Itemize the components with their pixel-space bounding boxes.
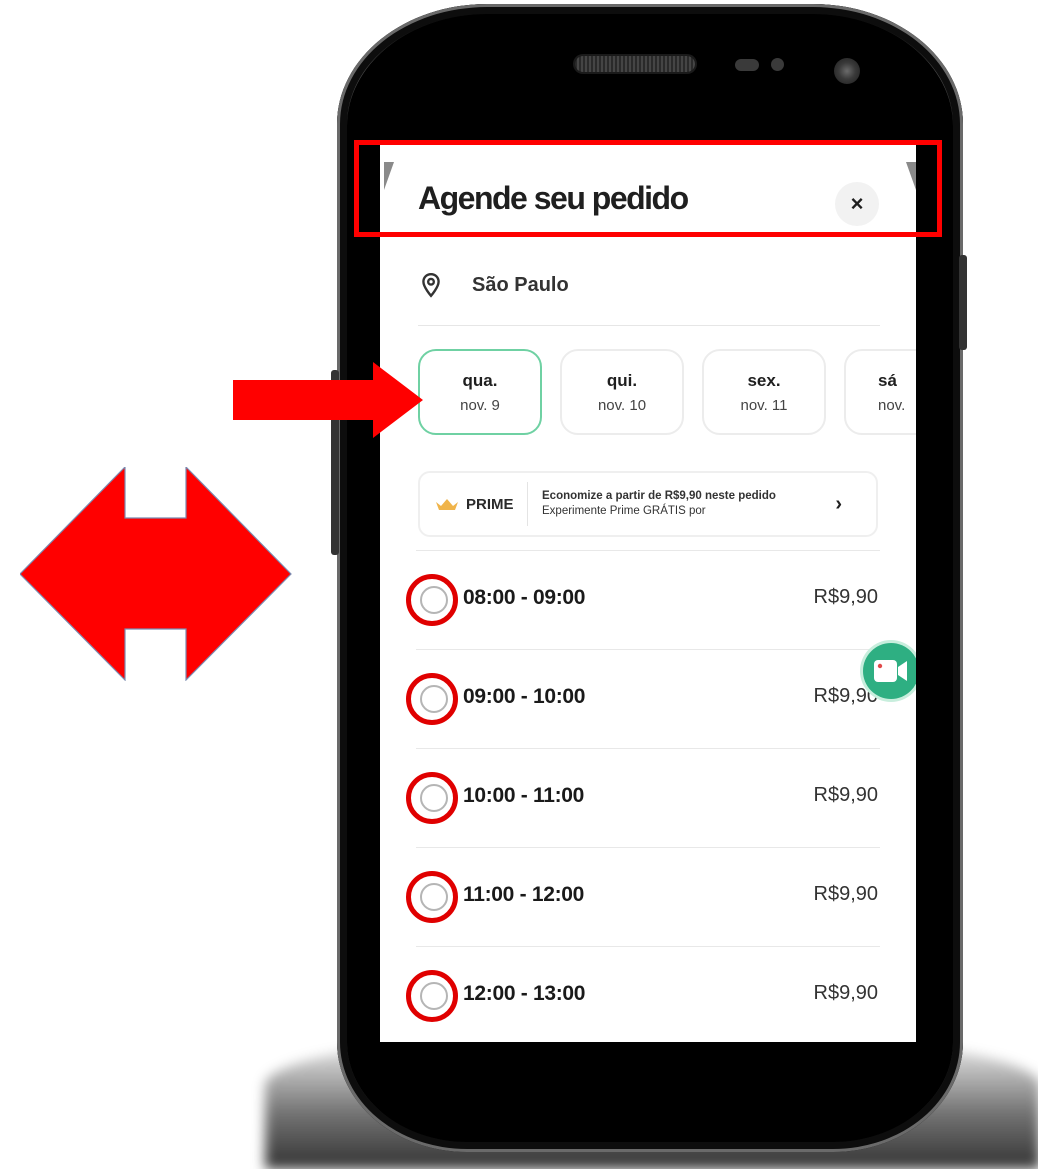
day-name: qui. bbox=[606, 371, 638, 390]
time-slot[interactable]: 11:00 - 12:00 R$9,90 bbox=[380, 847, 916, 946]
annotation-circle bbox=[406, 871, 458, 923]
day-date: nov. 9 bbox=[460, 397, 500, 414]
divider bbox=[418, 325, 880, 326]
slot-time: 10:00 - 11:00 bbox=[463, 784, 585, 807]
power-button bbox=[959, 255, 967, 350]
map-pin-icon bbox=[422, 272, 440, 298]
annotation-circle bbox=[406, 574, 458, 626]
speaker-grille bbox=[575, 56, 695, 72]
video-camera-icon bbox=[874, 660, 907, 682]
time-slot[interactable]: 10:00 - 11:00 R$9,90 bbox=[380, 748, 916, 847]
prime-logo: PRIME bbox=[420, 482, 528, 526]
divider bbox=[416, 847, 880, 848]
screen: Agende seu pedido × São Paulo qua. nov. … bbox=[380, 145, 916, 1042]
slot-time: 12:00 - 13:00 bbox=[463, 982, 586, 1005]
slot-price: R$9,90 bbox=[813, 784, 879, 806]
prime-bold-text: Economize a partir de R$9,90 neste pedid… bbox=[542, 490, 776, 502]
day-date: nov. bbox=[878, 397, 906, 414]
day-option-wed[interactable]: qua. nov. 9 bbox=[418, 349, 542, 435]
time-slot[interactable]: 12:00 - 13:00 R$9,90 bbox=[380, 946, 916, 1042]
location-city: São Paulo bbox=[472, 273, 569, 296]
divider bbox=[416, 649, 880, 650]
location-row[interactable]: São Paulo bbox=[418, 267, 569, 303]
prime-banner[interactable]: PRIME Economize a partir de R$9,90 neste… bbox=[418, 471, 878, 537]
time-slot[interactable]: 08:00 - 09:00 R$9,90 bbox=[380, 550, 916, 649]
slot-time: 11:00 - 12:00 bbox=[463, 883, 585, 906]
annotation-circle bbox=[406, 772, 458, 824]
prime-description: Economize a partir de R$9,90 neste pedid… bbox=[528, 489, 802, 519]
time-slot[interactable]: 09:00 - 10:00 R$9,90 bbox=[380, 649, 916, 748]
sensor-dot bbox=[735, 59, 759, 71]
annotation-highlight-box bbox=[354, 140, 942, 237]
annotation-arrow-right-icon bbox=[233, 362, 423, 438]
day-name: qua. bbox=[462, 371, 498, 390]
day-date: nov. 10 bbox=[597, 397, 647, 414]
slot-time: 09:00 - 10:00 bbox=[463, 685, 586, 708]
slot-price: R$9,90 bbox=[813, 982, 879, 1004]
prime-label: PRIME bbox=[466, 495, 514, 513]
day-date: nov. 11 bbox=[740, 397, 788, 414]
chevron-right-icon: › bbox=[835, 492, 842, 515]
day-name: sá bbox=[878, 371, 897, 390]
annotation-circle bbox=[406, 970, 458, 1022]
camera-icon bbox=[834, 58, 860, 84]
sensor-dot bbox=[771, 58, 784, 71]
divider bbox=[416, 550, 880, 551]
slot-price: R$9,90 bbox=[813, 586, 879, 608]
day-option-sat[interactable]: sá nov. bbox=[844, 349, 916, 435]
annotation-circle bbox=[406, 673, 458, 725]
day-option-fri[interactable]: sex. nov. 11 bbox=[702, 349, 826, 435]
prime-text: Experimente Prime GRÁTIS por bbox=[542, 505, 706, 517]
day-name: sex. bbox=[747, 371, 781, 390]
crown-icon bbox=[436, 499, 458, 510]
slot-price: R$9,90 bbox=[813, 883, 879, 905]
divider bbox=[416, 748, 880, 749]
slot-time: 08:00 - 09:00 bbox=[463, 586, 586, 609]
annotation-double-arrow-icon bbox=[20, 467, 292, 681]
video-call-button[interactable] bbox=[863, 643, 916, 699]
divider bbox=[416, 946, 880, 947]
day-option-thu[interactable]: qui. nov. 10 bbox=[560, 349, 684, 435]
